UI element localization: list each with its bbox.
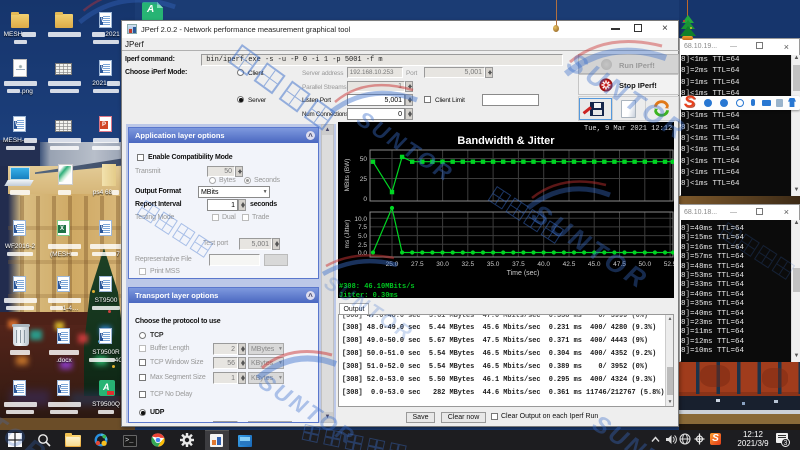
svg-text:45.0: 45.0: [588, 261, 601, 268]
svg-text:35.0: 35.0: [487, 261, 500, 268]
svg-text:10.0: 10.0: [354, 216, 367, 223]
svg-text:7.5: 7.5: [358, 224, 367, 231]
svg-text:0.0: 0.0: [358, 250, 367, 257]
svg-text:2.5: 2.5: [358, 242, 367, 249]
svg-text:30.0: 30.0: [436, 261, 449, 268]
svg-text:ms (Jitter): ms (Jitter): [344, 220, 351, 249]
svg-text:#308: 46.10MBits/s: #308: 46.10MBits/s: [339, 283, 415, 291]
svg-text:37.5: 37.5: [512, 261, 525, 268]
svg-text:47.5: 47.5: [613, 261, 626, 268]
svg-text:50: 50: [360, 156, 368, 163]
svg-text:5.0: 5.0: [358, 233, 367, 240]
svg-text:32.5: 32.5: [461, 261, 474, 268]
svg-text:27.5: 27.5: [411, 261, 424, 268]
svg-text:Jitter: 0.30ms: Jitter: 0.30ms: [339, 292, 398, 298]
svg-text:Bandwidth & Jitter: Bandwidth & Jitter: [457, 135, 555, 147]
svg-text:40.0: 40.0: [537, 261, 550, 268]
svg-text:52.5: 52.5: [664, 261, 674, 268]
svg-text:0: 0: [363, 196, 367, 203]
svg-text:50.0: 50.0: [638, 261, 651, 268]
svg-text:Time (sec): Time (sec): [507, 270, 540, 277]
svg-text:42.5: 42.5: [563, 261, 576, 268]
svg-text:25: 25: [360, 176, 368, 183]
svg-text:25.0: 25.0: [386, 261, 399, 268]
svg-text:Tue, 9 Mar 2021 12:12:0: Tue, 9 Mar 2021 12:12:0: [584, 125, 674, 133]
svg-text:MBits (BW): MBits (BW): [344, 159, 351, 192]
